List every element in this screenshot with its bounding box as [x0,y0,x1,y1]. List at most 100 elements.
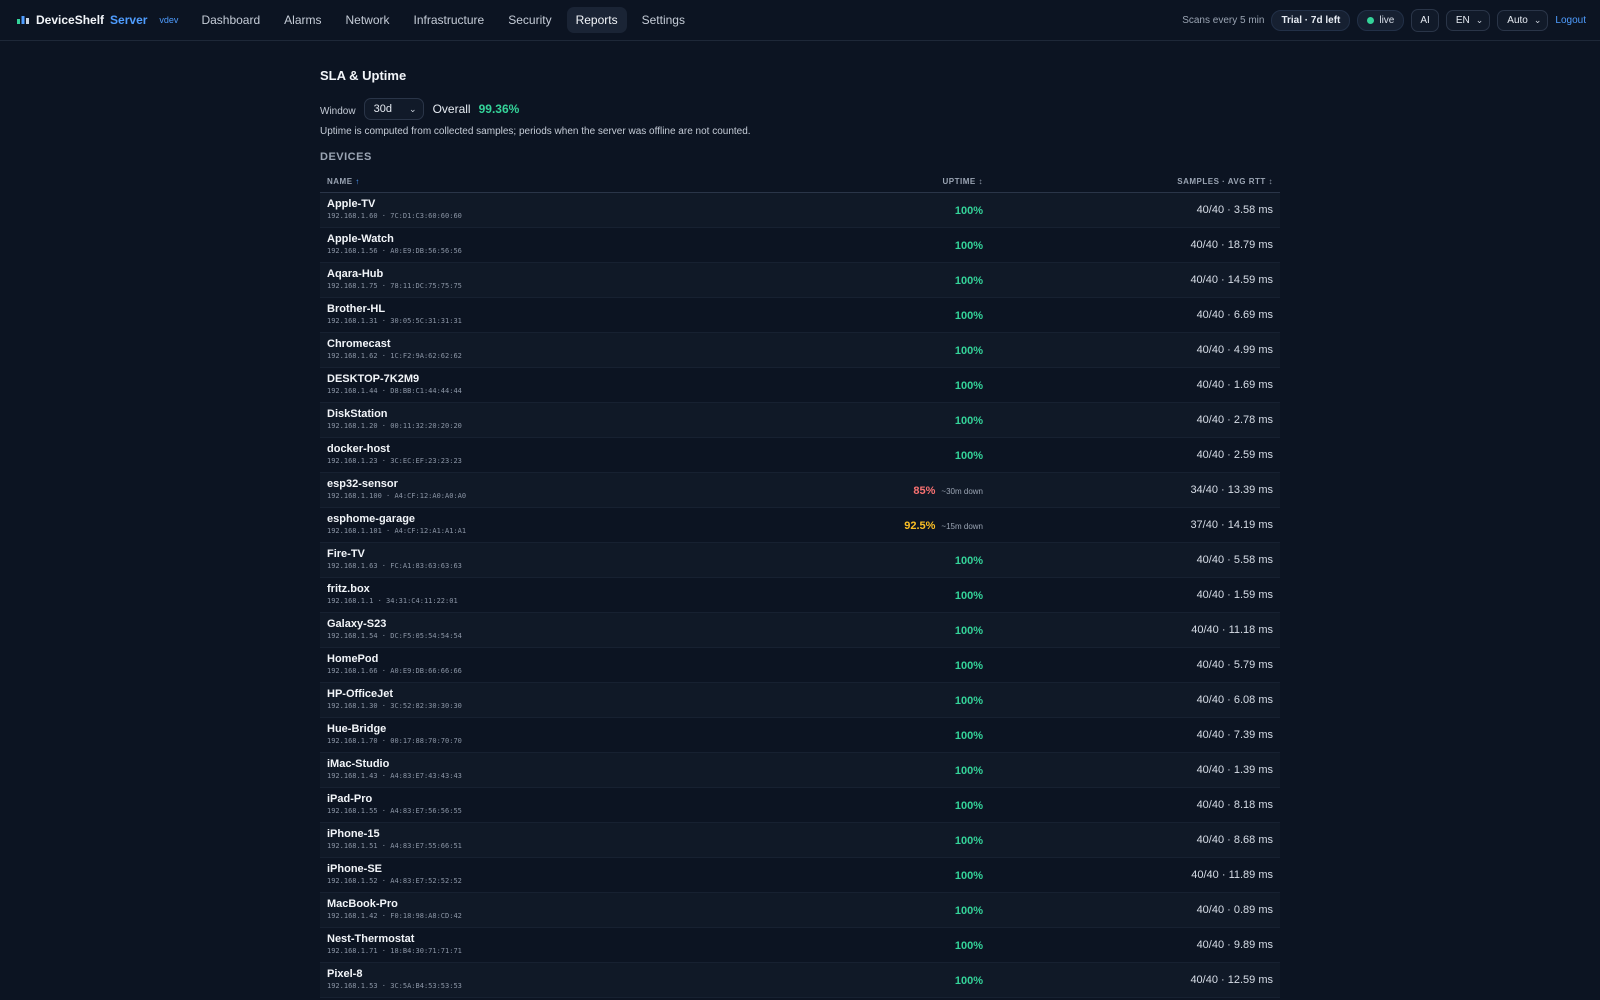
table-row[interactable]: docker-host 192.168.1.23 · 3C:EC:EF:23:23… [320,437,1280,473]
table-row[interactable]: Nest-Thermostat 192.168.1.71 · 18:B4:30:7… [320,927,1280,963]
device-mac: 00:17:88:70:70:70 [390,737,462,745]
nav-reports[interactable]: Reports [566,7,627,33]
uptime-value: 85% [913,485,936,497]
nav-network[interactable]: Network [337,7,399,33]
uptime-value: 100% [954,240,983,252]
uptime-value: 92.5% [904,520,936,532]
table-row[interactable]: DESKTOP-7K2M9 192.168.1.44 · D8:BB:C1:44:… [320,367,1280,403]
table-row[interactable]: fritz.box 192.168.1.1 · 34:31:C4:11:22:01… [320,577,1280,613]
device-ip: 192.168.1.30 [327,702,378,710]
device-cell: Brother-HL 192.168.1.31 · 30:05:5C:31:31:… [320,297,840,333]
live-dot-icon [1367,16,1375,24]
uptime-value: 100% [954,310,983,322]
window-select[interactable]: 30d ⌄ [363,98,424,120]
device-name: iPhone-SE [327,863,383,875]
uptime-cell: 100% [840,297,990,333]
device-mac: 3C:52:82:30:30:30 [390,702,462,710]
separator: · [377,387,391,395]
brand[interactable]: DeviceShelf Server vdev [16,13,178,27]
uptime-cell: 100% [840,367,990,403]
nav-infrastructure[interactable]: Infrastructure [405,7,494,33]
device-ip: 192.168.1.1 [327,597,374,605]
nav-dashboard[interactable]: Dashboard [192,7,269,33]
table-row[interactable]: iPad-Pro 192.168.1.55 · A4:83:E7:56:56:55… [320,787,1280,823]
column-header-samples[interactable]: SAMPLES · AVG RTT ↕ [990,172,1280,193]
language-select[interactable]: EN ⌄ [1445,9,1491,31]
table-row[interactable]: Aqara-Hub 192.168.1.75 · 78:11:DC:75:75:7… [320,262,1280,298]
device-address: 192.168.1.31 · 30:05:5C:31:31:31 [327,316,833,326]
device-name: Apple-TV [327,198,376,210]
downtime-note: ~30m down [941,487,983,496]
device-mac: A4:83:E7:55:66:51 [390,842,462,850]
window-value: 30d [373,103,392,115]
uptime-cell: 100% [840,262,990,298]
device-address: 192.168.1.55 · A4:83:E7:56:56:55 [327,806,833,816]
device-cell: Nest-Thermostat 192.168.1.71 · 18:B4:30:7… [320,927,840,963]
table-row[interactable]: esphome-garage 192.168.1.101 · A4:CF:12:A… [320,507,1280,543]
window-row: Window 30d ⌄ Overall 99.36% [320,98,1280,120]
table-row[interactable]: HP-OfficeJet 192.168.1.30 · 3C:52:82:30:3… [320,682,1280,718]
theme-select[interactable]: Auto ⌄ [1497,9,1549,31]
uptime-value: 100% [954,905,983,917]
separator: · [377,282,391,290]
nav-settings[interactable]: Settings [633,7,694,33]
device-mac: FC:A1:83:63:63:63 [390,562,462,570]
table-row[interactable]: esp32-sensor 192.168.1.100 · A4:CF:12:A0:… [320,472,1280,508]
column-header-name[interactable]: NAME ↑ [320,172,840,193]
device-name: esphome-garage [327,513,416,525]
nav-alarms[interactable]: Alarms [275,7,330,33]
table-row[interactable]: Apple-Watch 192.168.1.56 · A0:E9:DB:56:56… [320,227,1280,263]
uptime-cell: 100% [840,962,990,998]
table-row[interactable]: DiskStation 192.168.1.20 · 00:11:32:20:20… [320,402,1280,438]
logout-link[interactable]: Logout [1555,15,1586,26]
separator: · [377,772,391,780]
ai-button[interactable]: AI [1411,8,1439,32]
samples-rtt: 40/40 · 1.39 ms [990,752,1280,788]
device-name: iMac-Studio [327,758,390,770]
table-row[interactable]: MacBook-Pro 192.168.1.42 · F0:18:98:A8:CD… [320,892,1280,928]
main-content: SLA & Uptime Window 30d ⌄ Overall 99.36%… [320,41,1280,998]
device-name: docker-host [327,443,390,455]
device-cell: fritz.box 192.168.1.1 · 34:31:C4:11:22:01 [320,577,840,613]
device-ip: 192.168.1.63 [327,562,378,570]
uptime-value: 100% [954,940,983,952]
uptime-cell: 100% [840,752,990,788]
device-mac: A4:83:E7:52:52:52 [390,877,462,885]
separator: · [377,562,391,570]
uptime-cell: 85% ~30m down [840,472,990,508]
device-name: Brother-HL [327,303,386,315]
device-mac: 00:11:32:20:20:20 [390,422,462,430]
device-cell: iPad-Pro 192.168.1.55 · A4:83:E7:56:56:55 [320,787,840,823]
device-ip: 192.168.1.53 [327,982,378,990]
table-row[interactable]: Hue-Bridge 192.168.1.70 · 00:17:88:70:70:… [320,717,1280,753]
device-address: 192.168.1.52 · A4:83:E7:52:52:52 [327,876,833,886]
uptime-value: 100% [954,975,983,987]
device-name: DiskStation [327,408,388,420]
table-row[interactable]: Chromecast 192.168.1.62 · 1C:F2:9A:62:62:… [320,332,1280,368]
trial-badge: Trial · 7d left [1271,9,1351,31]
device-ip: 192.168.1.70 [327,737,378,745]
device-ip: 192.168.1.51 [327,842,378,850]
column-header-uptime[interactable]: UPTIME ↕ [840,172,990,193]
table-row[interactable]: iMac-Studio 192.168.1.43 · A4:83:E7:43:43… [320,752,1280,788]
table-row[interactable]: Pixel-8 192.168.1.53 · 3C:5A:B4:53:53:53 1… [320,962,1280,998]
nav-security[interactable]: Security [499,7,560,33]
table-row[interactable]: Apple-TV 192.168.1.60 · 7C:D1:C3:60:60:60… [320,192,1280,228]
table-row[interactable]: Fire-TV 192.168.1.63 · FC:A1:83:63:63:63 1… [320,542,1280,578]
table-row[interactable]: Brother-HL 192.168.1.31 · 30:05:5C:31:31:… [320,297,1280,333]
table-row[interactable]: HomePod 192.168.1.66 · A0:E9:DB:66:66:66 1… [320,647,1280,683]
uptime-value: 100% [954,590,983,602]
device-address: 192.168.1.20 · 00:11:32:20:20:20 [327,421,833,431]
device-cell: MacBook-Pro 192.168.1.42 · F0:18:98:A8:CD… [320,892,840,928]
header-actions: Scans every 5 min Trial · 7d left live A… [1182,8,1586,32]
table-row[interactable]: Galaxy-S23 192.168.1.54 · DC:F5:05:54:54:… [320,612,1280,648]
top-bar: DeviceShelf Server vdev Dashboard Alarms… [0,0,1600,41]
samples-rtt: 40/40 · 8.68 ms [990,822,1280,858]
device-cell: Chromecast 192.168.1.62 · 1C:F2:9A:62:62:… [320,332,840,368]
page-title: SLA & Uptime [320,68,407,83]
table-row[interactable]: iPhone-SE 192.168.1.52 · A4:83:E7:52:52:5… [320,857,1280,893]
device-cell: esp32-sensor 192.168.1.100 · A4:CF:12:A0:… [320,472,840,508]
uptime-cell: 100% [840,332,990,368]
uptime-value: 100% [954,555,983,567]
table-row[interactable]: iPhone-15 192.168.1.51 · A4:83:E7:55:66:5… [320,822,1280,858]
